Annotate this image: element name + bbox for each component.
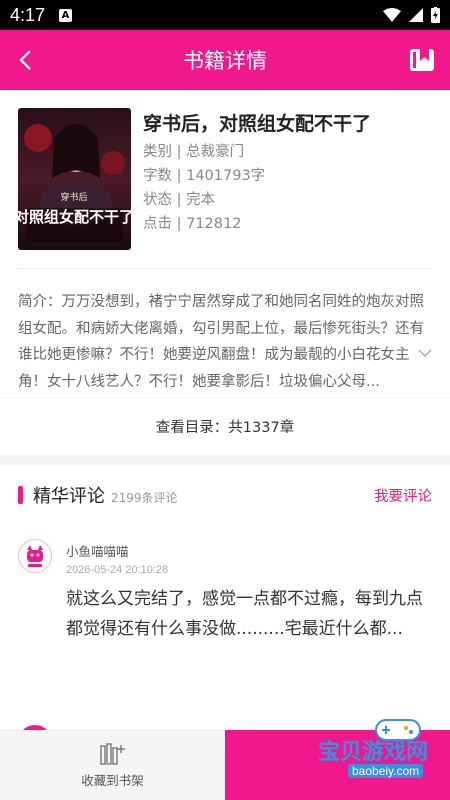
page-title: 书籍详情: [183, 49, 267, 73]
status-bar: 4:17 A: [0, 0, 450, 30]
book-word-count: 字数 | 1401793字: [143, 168, 266, 184]
comment-item: 小鱼喵喵喵 2026-05-24 20:10:28 就这么又完结了，感觉一点都不…: [0, 525, 450, 644]
intro-text: 简介：万万没想到，褚宁宁居然穿成了和她同名同姓的炮灰对照组女配。和病娇大佬离婚，…: [18, 294, 424, 390]
notification-icon: A: [59, 8, 73, 22]
app-bar: 书籍详情: [0, 30, 450, 90]
back-button[interactable]: [0, 30, 50, 90]
comments-header: 精华评论 2199条评论 我要评论: [0, 465, 450, 525]
wifi-icon: [383, 8, 401, 22]
cover-tag: 穿书后: [60, 191, 87, 203]
section-marker: [18, 486, 23, 504]
status-time: 4:17: [10, 4, 46, 25]
comments-heading: 精华评论: [33, 486, 105, 507]
cat-avatar-icon: [21, 542, 49, 570]
bookshelf-button[interactable]: [394, 30, 450, 90]
chevron-down-icon[interactable]: [418, 349, 432, 358]
cover-illustration: 穿书后 对照组女配不干了: [18, 108, 131, 250]
bottom-bar: 收藏到书架: [0, 730, 450, 800]
comment-time: 2026-05-24 20:10:28: [66, 564, 169, 576]
book-detail-screen: 4:17 A 书籍详情 穿书后 对照组女配不干了 穿书后，对照组女配不干了 类别…: [0, 0, 450, 800]
book-intro[interactable]: 简介：万万没想到，褚宁宁居然穿成了和她同名同姓的炮灰对照组女配。和病娇大佬离婚，…: [0, 269, 450, 397]
add-to-shelf-label: 收藏到书架: [81, 772, 144, 788]
battery-icon: [431, 7, 440, 23]
write-comment-button[interactable]: 我要评论: [374, 485, 432, 506]
book-status: 状态 | 完本: [143, 192, 216, 208]
comment-text: 就这么又完结了，感觉一点都不过瘾，每到九点都觉得还有什么事没做.........…: [66, 589, 423, 639]
avatar[interactable]: [18, 539, 52, 573]
section-gap: [0, 455, 450, 465]
status-icons: [383, 7, 440, 23]
add-to-shelf-icon: [99, 742, 125, 765]
book-cover[interactable]: 穿书后 对照组女配不干了: [18, 108, 131, 250]
chevron-left-icon: [19, 50, 31, 70]
bookshelf-icon: [410, 49, 434, 71]
signal-icon: [409, 8, 423, 22]
comment-user: 小鱼喵喵喵: [66, 544, 129, 559]
book-clicks: 点击 | 712812: [143, 216, 242, 232]
catalog-button[interactable]: 查看目录：共1337章: [0, 397, 450, 455]
comment-body: 小鱼喵喵喵 2026-05-24 20:10:28 就这么又完结了，感觉一点都不…: [66, 539, 432, 644]
cover-title: 对照组女配不干了: [18, 208, 131, 226]
read-button[interactable]: [225, 730, 450, 800]
comments-count: 2199条评论: [111, 490, 178, 505]
book-title: 穿书后，对照组女配不干了: [143, 113, 372, 135]
book-category: 类别 | 总裁豪门: [143, 144, 245, 160]
add-to-shelf-button[interactable]: 收藏到书架: [0, 730, 225, 800]
book-info: 穿书后 对照组女配不干了 穿书后，对照组女配不干了 类别 | 总裁豪门 字数 |…: [0, 90, 450, 252]
book-meta: 穿书后，对照组女配不干了 类别 | 总裁豪门 字数 | 1401793字 状态 …: [143, 108, 371, 252]
